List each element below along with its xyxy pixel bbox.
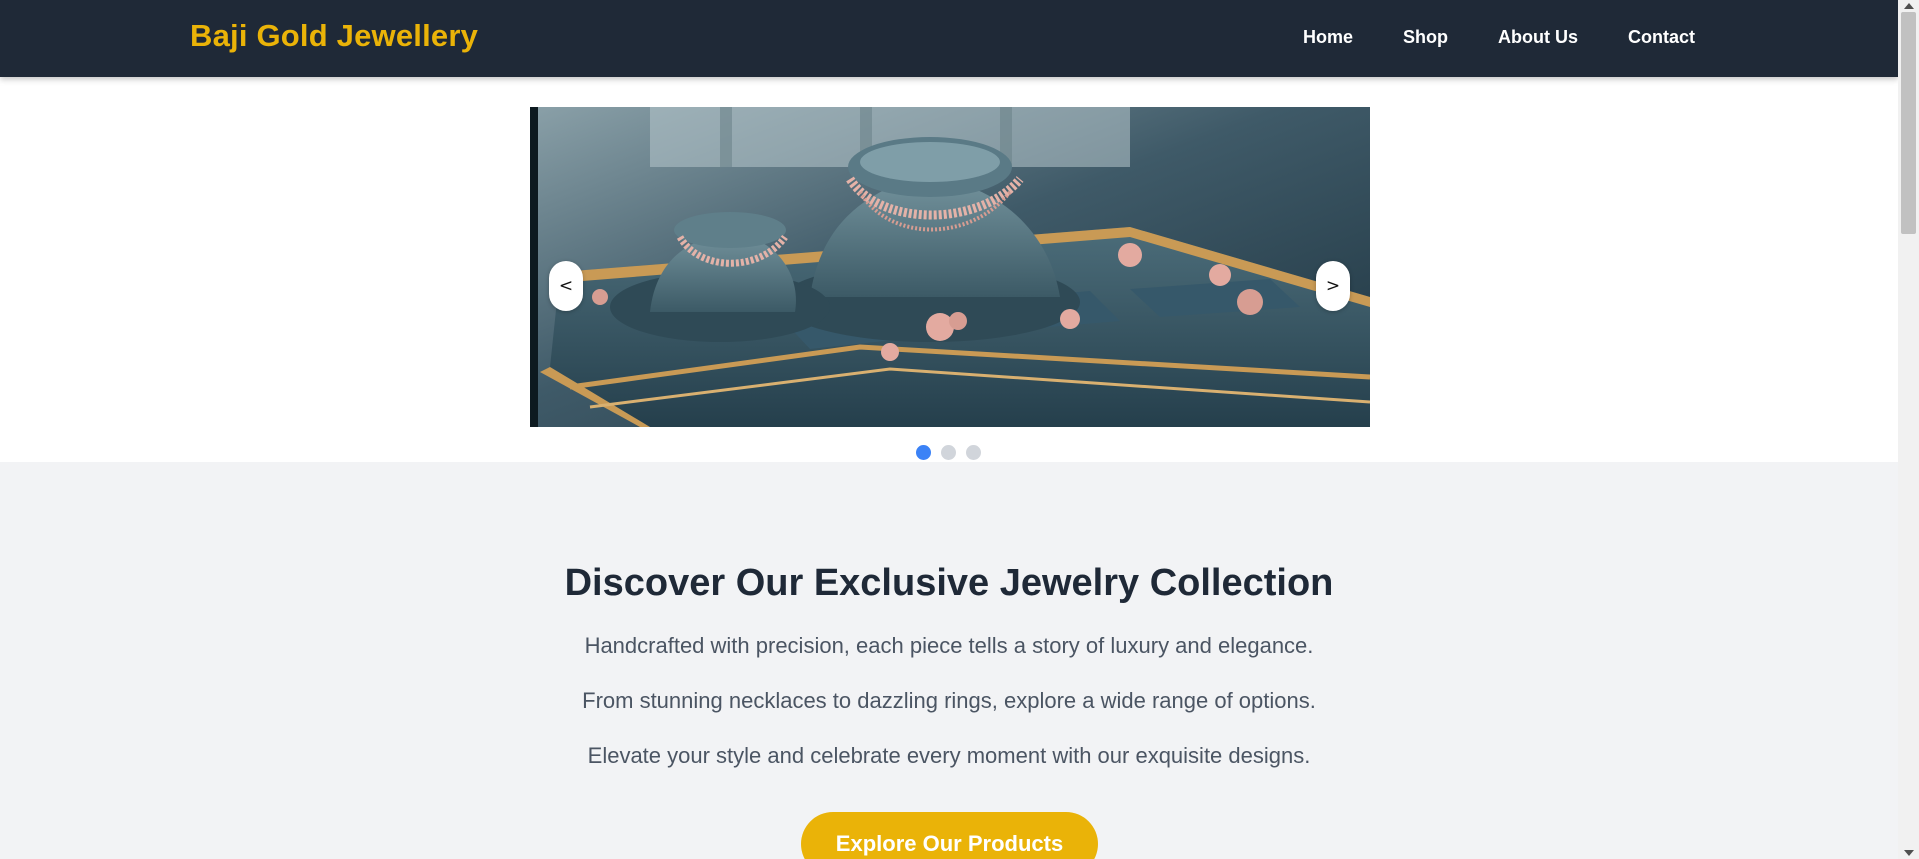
brand-logo[interactable]: Baji Gold Jewellery [190, 18, 478, 54]
scroll-up-icon[interactable] [1904, 3, 1914, 9]
carousel-dot-1[interactable] [916, 445, 931, 460]
carousel-prev-button[interactable]: < [549, 261, 583, 311]
nav-contact-link[interactable]: Contact [1628, 27, 1695, 48]
carousel-dot-3[interactable] [966, 445, 981, 460]
collection-intro-section: Discover Our Exclusive Jewelry Collectio… [0, 462, 1898, 859]
carousel-next-button[interactable]: > [1316, 261, 1350, 311]
carousel-dot-2[interactable] [941, 445, 956, 460]
site-header: Baji Gold Jewellery Home Shop About Us C… [0, 0, 1898, 77]
intro-paragraph-3: Elevate your style and celebrate every m… [587, 743, 1311, 768]
hero-section: < > [0, 77, 1898, 462]
intro-paragraph-1: Handcrafted with precision, each piece t… [584, 633, 1314, 658]
section-heading: Discover Our Exclusive Jewelry Collectio… [564, 562, 1334, 604]
image-carousel [530, 107, 1370, 427]
jewelry-display-image [530, 107, 1370, 427]
intro-paragraph-2: From stunning necklaces to dazzling ring… [582, 688, 1316, 713]
page: Baji Gold Jewellery Home Shop About Us C… [0, 0, 1919, 859]
nav-shop-link[interactable]: Shop [1403, 27, 1448, 48]
main-nav: Home Shop About Us Contact [1303, 27, 1695, 48]
page-scrollbar[interactable] [1898, 0, 1919, 859]
explore-products-button[interactable]: Explore Our Products [801, 812, 1098, 859]
carousel-indicators [916, 445, 981, 460]
scroll-down-icon[interactable] [1904, 850, 1914, 856]
nav-about-link[interactable]: About Us [1498, 27, 1578, 48]
nav-home-link[interactable]: Home [1303, 27, 1353, 48]
scrollbar-thumb[interactable] [1901, 12, 1916, 234]
